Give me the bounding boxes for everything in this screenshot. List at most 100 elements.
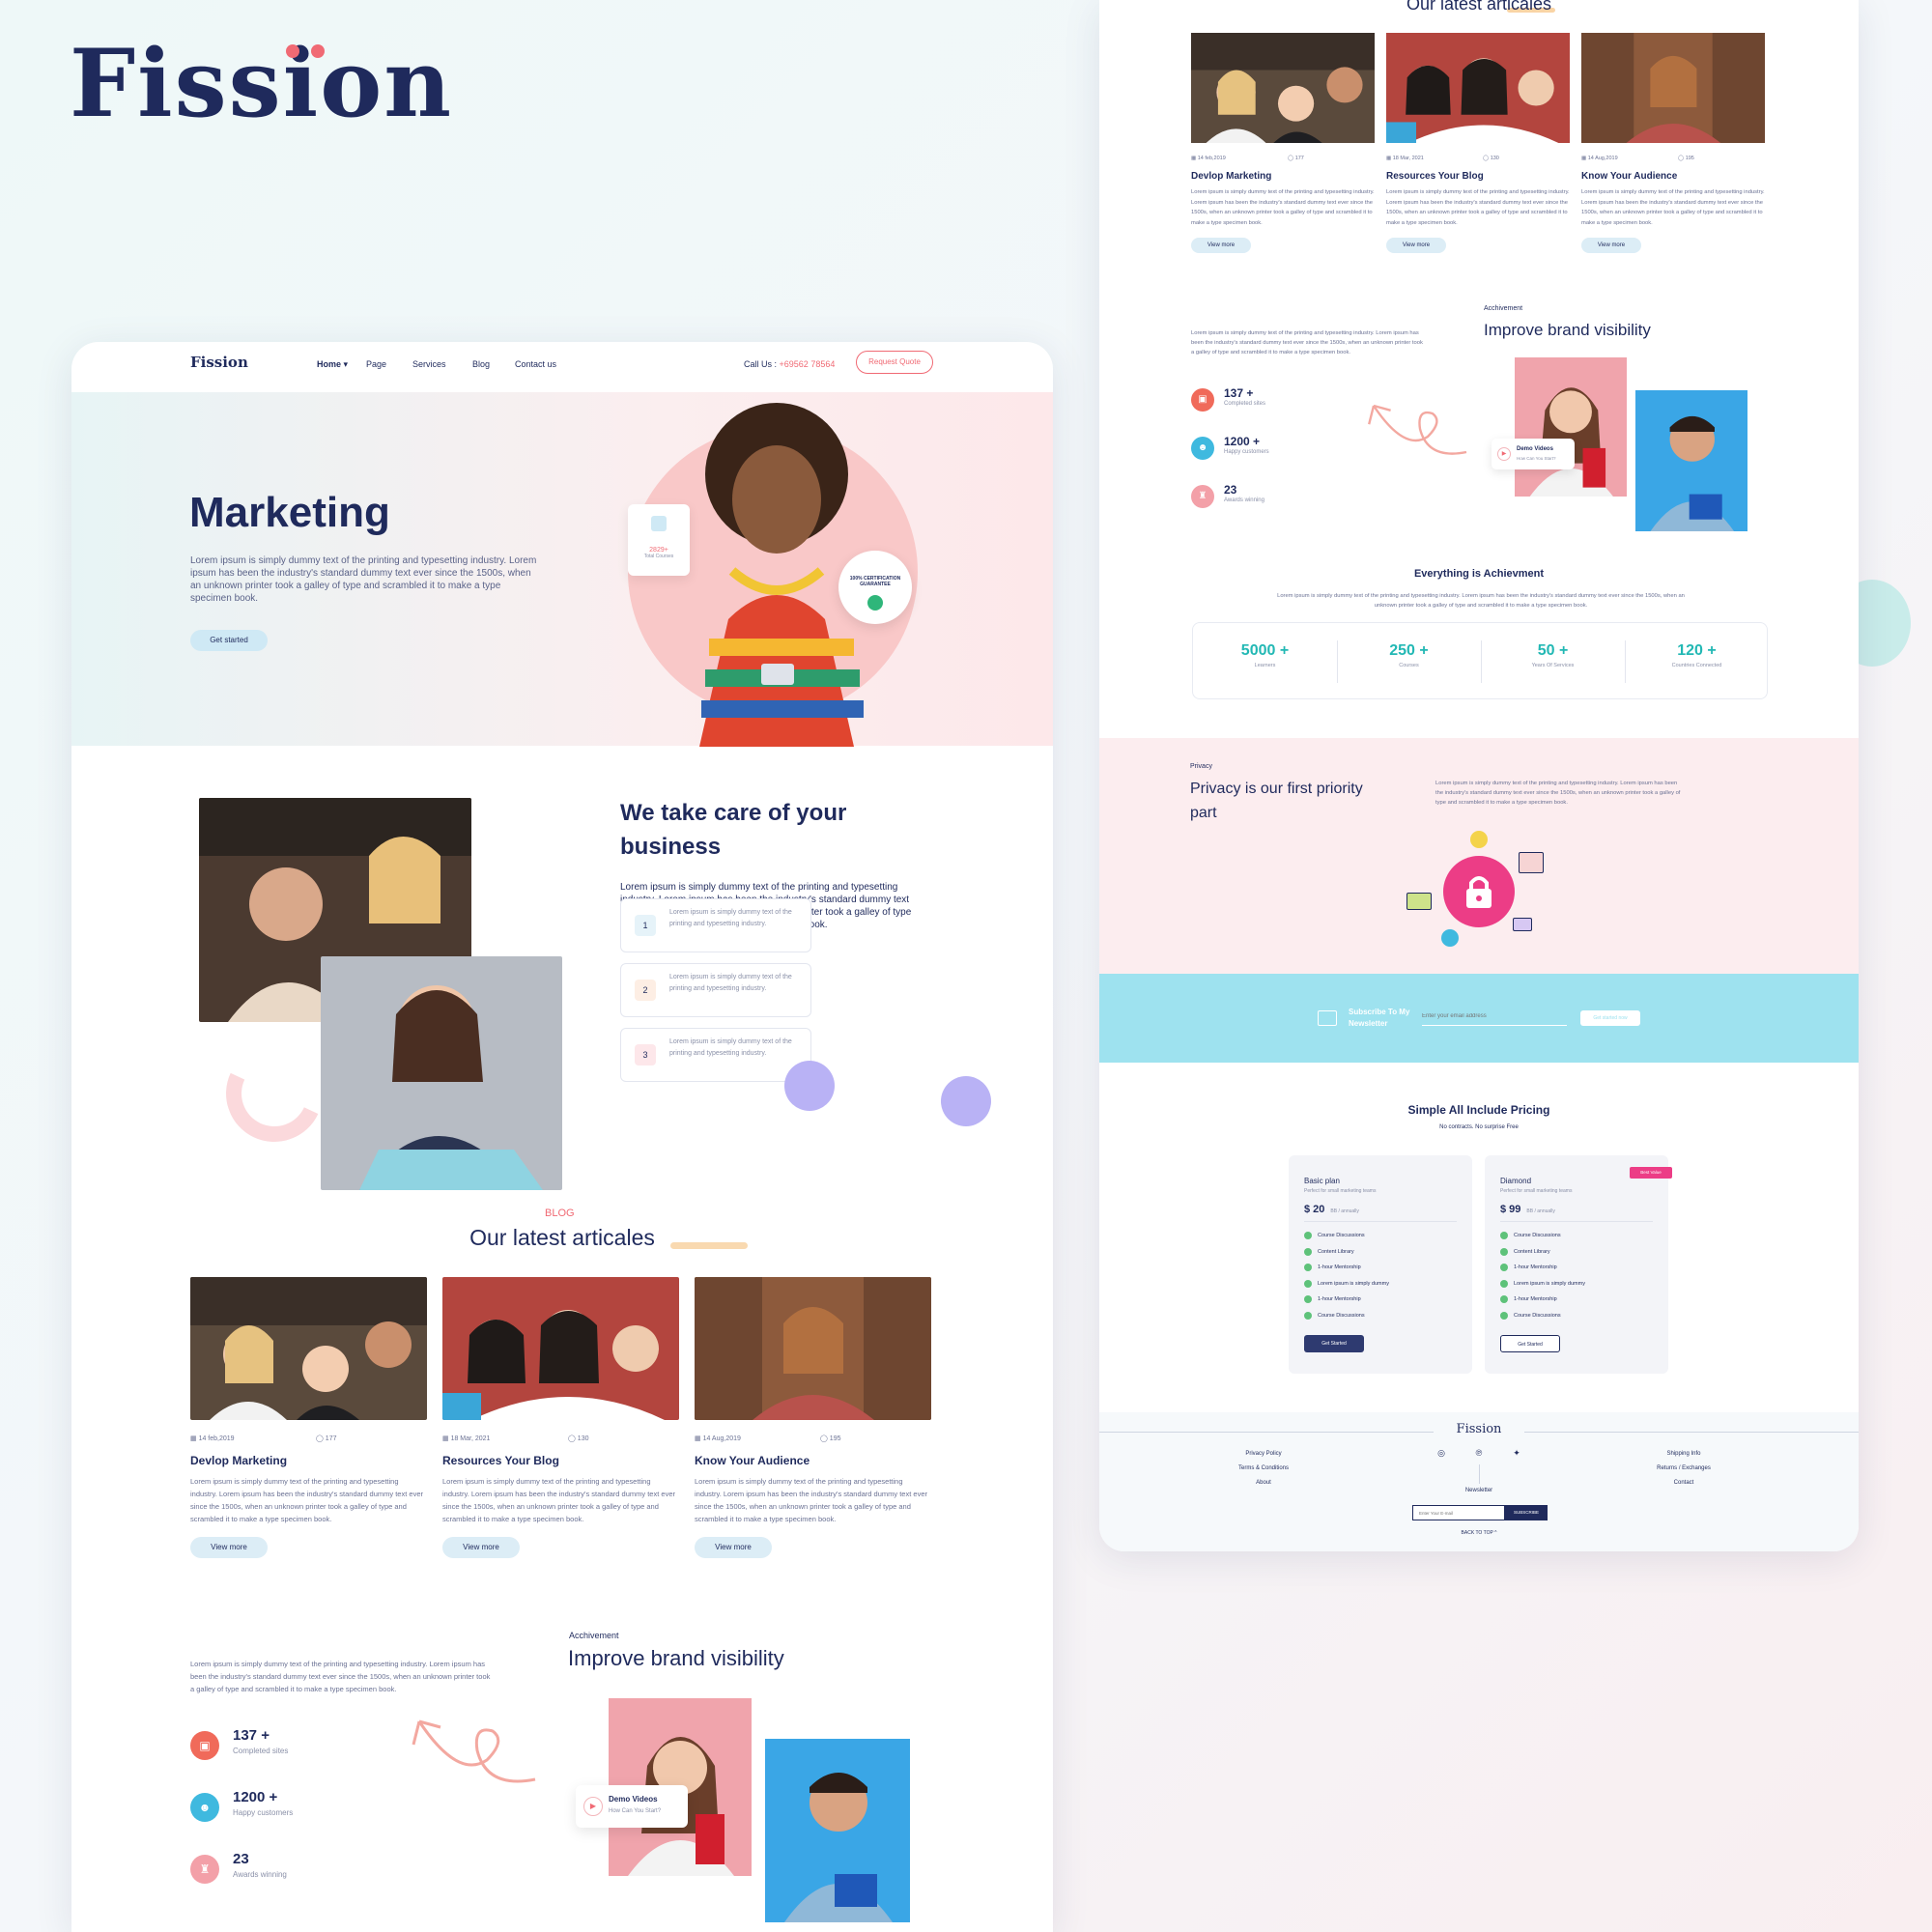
blog-card[interactable]: ▦ 18 Mar, 2021 ◯ 130 Resources Your Blog …	[442, 1277, 679, 1558]
basic-get-started-button[interactable]: Get Started	[1304, 1335, 1364, 1352]
calendar-icon: ▦	[1581, 156, 1587, 161]
arrow-doodle	[412, 1719, 536, 1783]
newsletter-email-input[interactable]	[1422, 1007, 1567, 1026]
counters-box: 5000 + Learners 250 + Courses 50 + Years Of…	[1192, 622, 1768, 699]
care-section: We take care of your business Lorem ipsu…	[71, 746, 1053, 1200]
everything-text: Lorem ipsum is simply dummy text of the …	[1277, 593, 1685, 609]
counter-courses: 250 + Courses	[1389, 642, 1429, 668]
privacy-policy-link[interactable]: Privacy Policy	[1215, 1447, 1312, 1462]
shipping-link[interactable]: Shipping Info	[1631, 1447, 1737, 1462]
shield-icon	[867, 595, 883, 611]
blog-image	[1386, 33, 1570, 143]
footer-newsletter-label: Newsletter	[1464, 1488, 1493, 1493]
blog-image	[190, 1277, 427, 1420]
pricing-plan-diamond: Best Value Diamond Perfect for small mar…	[1485, 1155, 1672, 1374]
view-more-button[interactable]: View more	[695, 1537, 772, 1558]
trophy-icon: ♜	[1191, 485, 1214, 508]
footer: Fission Privacy Policy Terms & Condition…	[1099, 1412, 1859, 1551]
returns-link[interactable]: Returns / Exchanges	[1631, 1462, 1737, 1476]
privacy-eyebrow: Privacy	[1190, 763, 1212, 770]
comment-icon: ◯	[1678, 156, 1685, 161]
demo-videos-card[interactable]: ▶ Demo Videos How Can You Start?	[576, 1785, 688, 1828]
nav-item-page[interactable]: Page	[366, 359, 386, 369]
hero-text: Lorem ipsum is simply dummy text of the …	[190, 555, 537, 604]
view-more-button[interactable]: View more	[1191, 238, 1251, 253]
play-icon[interactable]: ▶	[1497, 447, 1511, 461]
play-icon[interactable]: ▶	[583, 1797, 603, 1816]
continued-page-mockup: Our latest articales ▦ 14 feb,2019 ◯ 177 …	[1099, 0, 1859, 1551]
student-reading-photo	[321, 956, 562, 1190]
calendar-icon: ▦	[1191, 156, 1197, 161]
nav-logo[interactable]: Fission	[190, 354, 248, 371]
stat-awards: ♜ 23 Awards winning	[1191, 483, 1346, 512]
achievement-eyebrow: Acchivement	[569, 1631, 619, 1640]
footer-email-input[interactable]	[1412, 1505, 1505, 1520]
building-icon: ▣	[1191, 388, 1214, 412]
blog-card[interactable]: ▦ 14 feb,2019 ◯ 177 Devlop Marketing Lore…	[1191, 33, 1375, 253]
stat-completed-sites: ▣ 137 + Completed sites	[1191, 386, 1346, 415]
footer-subscribe-button[interactable]: SUBSCRIBE	[1505, 1505, 1548, 1520]
achievement-text: Lorem ipsum is simply dummy text of the …	[1191, 330, 1423, 355]
terms-link[interactable]: Terms & Conditions	[1215, 1462, 1312, 1476]
nav-item-blog[interactable]: Blog	[472, 359, 490, 369]
back-to-top-link[interactable]: BACK TO TOP ^	[1099, 1530, 1859, 1536]
achievement-eyebrow: Acchivement	[1484, 305, 1523, 312]
view-more-button[interactable]: View more	[190, 1537, 268, 1558]
achievement-title: Improve brand visibility	[1484, 321, 1651, 339]
top-navbar: Fission Home ▾ Page Services Blog Contac…	[71, 342, 1053, 392]
instagram-icon[interactable]: ◎	[1435, 1447, 1447, 1459]
computer-small-icon	[1470, 831, 1488, 848]
get-started-button[interactable]: Get started	[190, 630, 268, 651]
privacy-section: Privacy Privacy is our first priority pa…	[1099, 738, 1859, 974]
brand-dot	[311, 44, 325, 58]
twitter-icon[interactable]: ✦	[1511, 1447, 1522, 1459]
book-icon	[651, 516, 667, 531]
users-icon: ☻	[1191, 437, 1214, 460]
view-more-button[interactable]: View more	[442, 1537, 520, 1558]
stat-awards: ♜ 23 Awards winning	[190, 1851, 384, 1889]
desktop-page-mockup: Fission Home ▾ Page Services Blog Contac…	[71, 342, 1053, 1932]
comment-icon: ◯	[820, 1435, 828, 1442]
decor-arc	[212, 1031, 337, 1156]
everything-title: Everything is Achievment	[1413, 568, 1545, 580]
diamond-get-started-button[interactable]: Get Started	[1500, 1335, 1560, 1352]
blog-image	[1581, 33, 1765, 143]
care-step-1: 1 Lorem ipsum is simply dummy text of th…	[620, 898, 811, 952]
care-title: We take care of your business	[620, 800, 847, 860]
counter-learners: 5000 + Learners	[1240, 642, 1290, 668]
blog-card[interactable]: ▦ 14 feb,2019 ◯ 177 Devlop Marketing Lore…	[190, 1277, 427, 1558]
request-quote-button[interactable]: Request Quote	[856, 351, 933, 374]
nav-item-services[interactable]: Services	[412, 359, 446, 369]
blog-title: Our latest articales	[1406, 0, 1552, 14]
view-more-button[interactable]: View more	[1386, 238, 1446, 253]
pinterest-icon[interactable]: ℗	[1473, 1447, 1485, 1459]
lock-small-icon	[1441, 929, 1459, 947]
feature-list: Course Discussions Content Library 1-hou…	[1500, 1231, 1585, 1326]
envelope-icon	[1318, 1010, 1337, 1026]
man-with-books-photo	[1635, 390, 1747, 531]
hero-title: Marketing	[189, 489, 390, 536]
newsletter-submit-button[interactable]: Get started now	[1580, 1010, 1640, 1026]
blog-eyebrow: BLOG	[545, 1208, 575, 1219]
blog-image	[695, 1277, 931, 1420]
pricing-title: Simple All Include Pricing	[1407, 1103, 1550, 1117]
blog-card[interactable]: ▦ 18 Mar, 2021 ◯ 130 Resources Your Blog …	[1386, 33, 1570, 253]
decor-dot	[941, 1076, 991, 1126]
window-icon	[1513, 918, 1532, 931]
nav-item-home[interactable]: Home ▾	[317, 359, 348, 370]
care-step-3: 3 Lorem ipsum is simply dummy text of th…	[620, 1028, 811, 1082]
woman-with-book-photo	[1515, 357, 1627, 497]
blog-card[interactable]: ▦ 14 Aug,2019 ◯ 195 Know Your Audience Lo…	[1581, 33, 1765, 253]
privacy-title: Privacy is our first priority part	[1190, 781, 1363, 821]
blog-image	[1191, 33, 1375, 143]
calendar-icon: ▦	[695, 1435, 701, 1442]
blog-card[interactable]: ▦ 14 Aug,2019 ◯ 195 Know Your Audience Lo…	[695, 1277, 931, 1558]
demo-videos-card[interactable]: ▶ Demo Videos How Can You Start?	[1492, 439, 1575, 469]
footer-brand[interactable]: Fission	[1434, 1422, 1524, 1436]
footer-right-links: Shipping Info Returns / Exchanges Contac…	[1631, 1447, 1737, 1491]
view-more-button[interactable]: View more	[1581, 238, 1641, 253]
hero-section: Marketing Lorem ipsum is simply dummy te…	[71, 392, 1053, 747]
users-icon: ☻	[190, 1793, 219, 1822]
trophy-icon: ♜	[190, 1855, 219, 1884]
nav-item-contact[interactable]: Contact us	[515, 359, 556, 369]
